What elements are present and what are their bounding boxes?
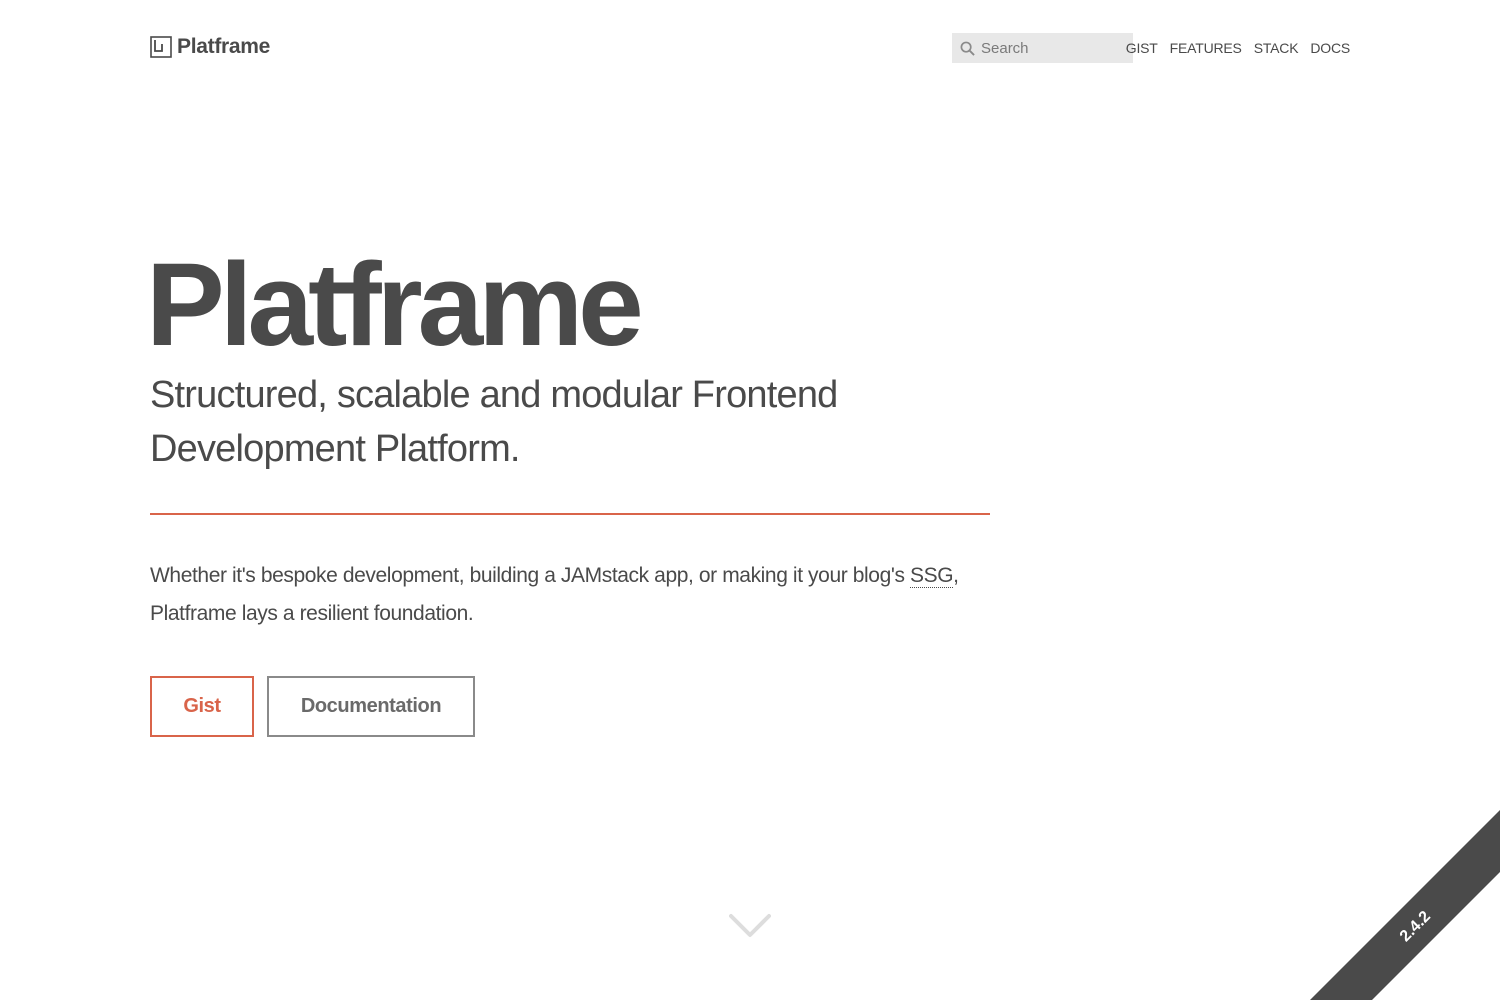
search-input[interactable] [981, 39, 1121, 57]
documentation-button[interactable]: Documentation [267, 676, 475, 737]
hero-lead: Whether it's bespoke development, buildi… [150, 557, 1010, 633]
nav-link-stack[interactable]: STACK [1254, 40, 1299, 56]
nav-link-gist[interactable]: GIST [1126, 40, 1158, 56]
platframe-logo-icon [150, 36, 172, 58]
accent-divider [150, 513, 990, 515]
main-nav: GIST FEATURES STACK DOCS [1126, 40, 1350, 56]
page: Platframe GIST FEATURES STACK DOCS Platf… [0, 0, 1500, 1000]
search-icon [960, 41, 975, 56]
search-box[interactable] [952, 33, 1133, 63]
chevron-down-icon[interactable] [729, 913, 771, 939]
hero-subtitle: Structured, scalable and modular Fronten… [150, 374, 838, 470]
site-header: Platframe GIST FEATURES STACK DOCS [150, 33, 1350, 63]
nav-link-features[interactable]: FEATURES [1170, 40, 1242, 56]
lead-text-start: Whether it's bespoke development, buildi… [150, 564, 910, 587]
nav-link-docs[interactable]: DOCS [1310, 40, 1350, 56]
hero-title: Platframe [146, 239, 644, 371]
gist-button[interactable]: Gist [150, 676, 254, 737]
ssg-abbreviation: SSG [910, 564, 954, 588]
brand-link[interactable]: Platframe [150, 35, 270, 59]
ribbon-shape [1310, 810, 1500, 1000]
brand-name: Platframe [177, 35, 271, 58]
version-ribbon[interactable]: 2.4.2 [1310, 810, 1500, 1000]
